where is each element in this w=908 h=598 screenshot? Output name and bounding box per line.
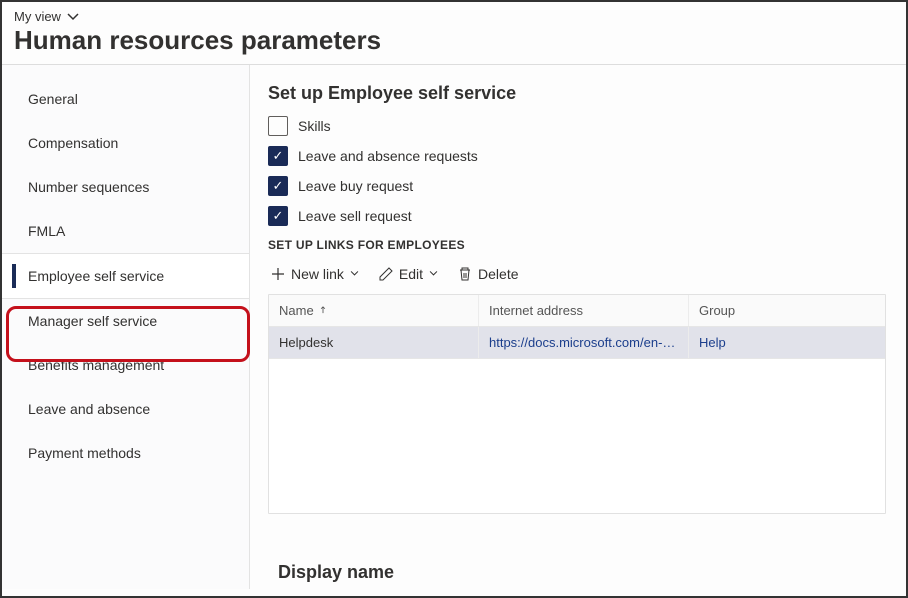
sidebar-item-general[interactable]: General: [2, 77, 249, 121]
column-label: Name: [279, 303, 314, 318]
column-header-url[interactable]: Internet address: [479, 295, 689, 326]
links-table: Name Internet address Group Helpdesk htt…: [268, 294, 886, 514]
leave-buy-checkbox[interactable]: ✓: [268, 176, 288, 196]
sidebar-item-label: Leave and absence: [28, 401, 150, 417]
cell-url[interactable]: https://docs.microsoft.com/en-u...: [479, 327, 689, 358]
sidebar-item-label: Benefits management: [28, 357, 164, 373]
edit-button[interactable]: Edit: [376, 262, 441, 286]
view-selector[interactable]: My view: [14, 9, 81, 25]
links-subhead: SET UP LINKS FOR EMPLOYEES: [268, 238, 886, 252]
sidebar-item-manager-self-service[interactable]: Manager self service: [2, 299, 249, 343]
sidebar-item-number-sequences[interactable]: Number sequences: [2, 165, 249, 209]
sidebar-item-fmla[interactable]: FMLA: [2, 209, 249, 253]
sidebar-item-label: Compensation: [28, 135, 118, 151]
table-row[interactable]: Helpdesk https://docs.microsoft.com/en-u…: [269, 327, 885, 359]
page-title: Human resources parameters: [14, 25, 894, 56]
sidebar: General Compensation Number sequences FM…: [2, 65, 250, 589]
new-link-button[interactable]: New link: [268, 262, 362, 286]
leave-absence-label: Leave and absence requests: [298, 148, 478, 164]
chevron-down-icon: [428, 268, 439, 279]
leave-buy-label: Leave buy request: [298, 178, 413, 194]
sidebar-item-compensation[interactable]: Compensation: [2, 121, 249, 165]
sidebar-item-label: Manager self service: [28, 313, 157, 329]
leave-sell-checkbox[interactable]: ✓: [268, 206, 288, 226]
delete-label: Delete: [478, 266, 518, 282]
sidebar-item-label: Number sequences: [28, 179, 149, 195]
leave-sell-label: Leave sell request: [298, 208, 412, 224]
sidebar-item-label: Payment methods: [28, 445, 141, 461]
chevron-down-icon: [349, 268, 360, 279]
column-label: Group: [699, 303, 735, 318]
trash-icon: [457, 266, 473, 282]
column-header-group[interactable]: Group: [689, 295, 885, 326]
view-label: My view: [14, 9, 61, 24]
section-title: Set up Employee self service: [268, 83, 886, 104]
sidebar-item-benefits-management[interactable]: Benefits management: [2, 343, 249, 387]
display-name-section-title: Display name: [278, 562, 394, 583]
sidebar-item-leave-and-absence[interactable]: Leave and absence: [2, 387, 249, 431]
column-header-name[interactable]: Name: [269, 295, 479, 326]
skills-checkbox[interactable]: [268, 116, 288, 136]
delete-button[interactable]: Delete: [455, 262, 520, 286]
cell-name: Helpdesk: [269, 327, 479, 358]
sidebar-item-payment-methods[interactable]: Payment methods: [2, 431, 249, 475]
cell-group[interactable]: Help: [689, 327, 885, 358]
pencil-icon: [378, 266, 394, 282]
sidebar-item-label: FMLA: [28, 223, 65, 239]
skills-label: Skills: [298, 118, 331, 134]
sort-asc-icon: [318, 305, 328, 315]
sidebar-item-label: General: [28, 91, 78, 107]
leave-absence-checkbox[interactable]: ✓: [268, 146, 288, 166]
plus-icon: [270, 266, 286, 282]
sidebar-item-employee-self-service[interactable]: Employee self service: [2, 253, 249, 299]
edit-label: Edit: [399, 266, 423, 282]
column-label: Internet address: [489, 303, 583, 318]
new-link-label: New link: [291, 266, 344, 282]
sidebar-item-label: Employee self service: [28, 268, 164, 284]
chevron-down-icon: [65, 9, 81, 25]
